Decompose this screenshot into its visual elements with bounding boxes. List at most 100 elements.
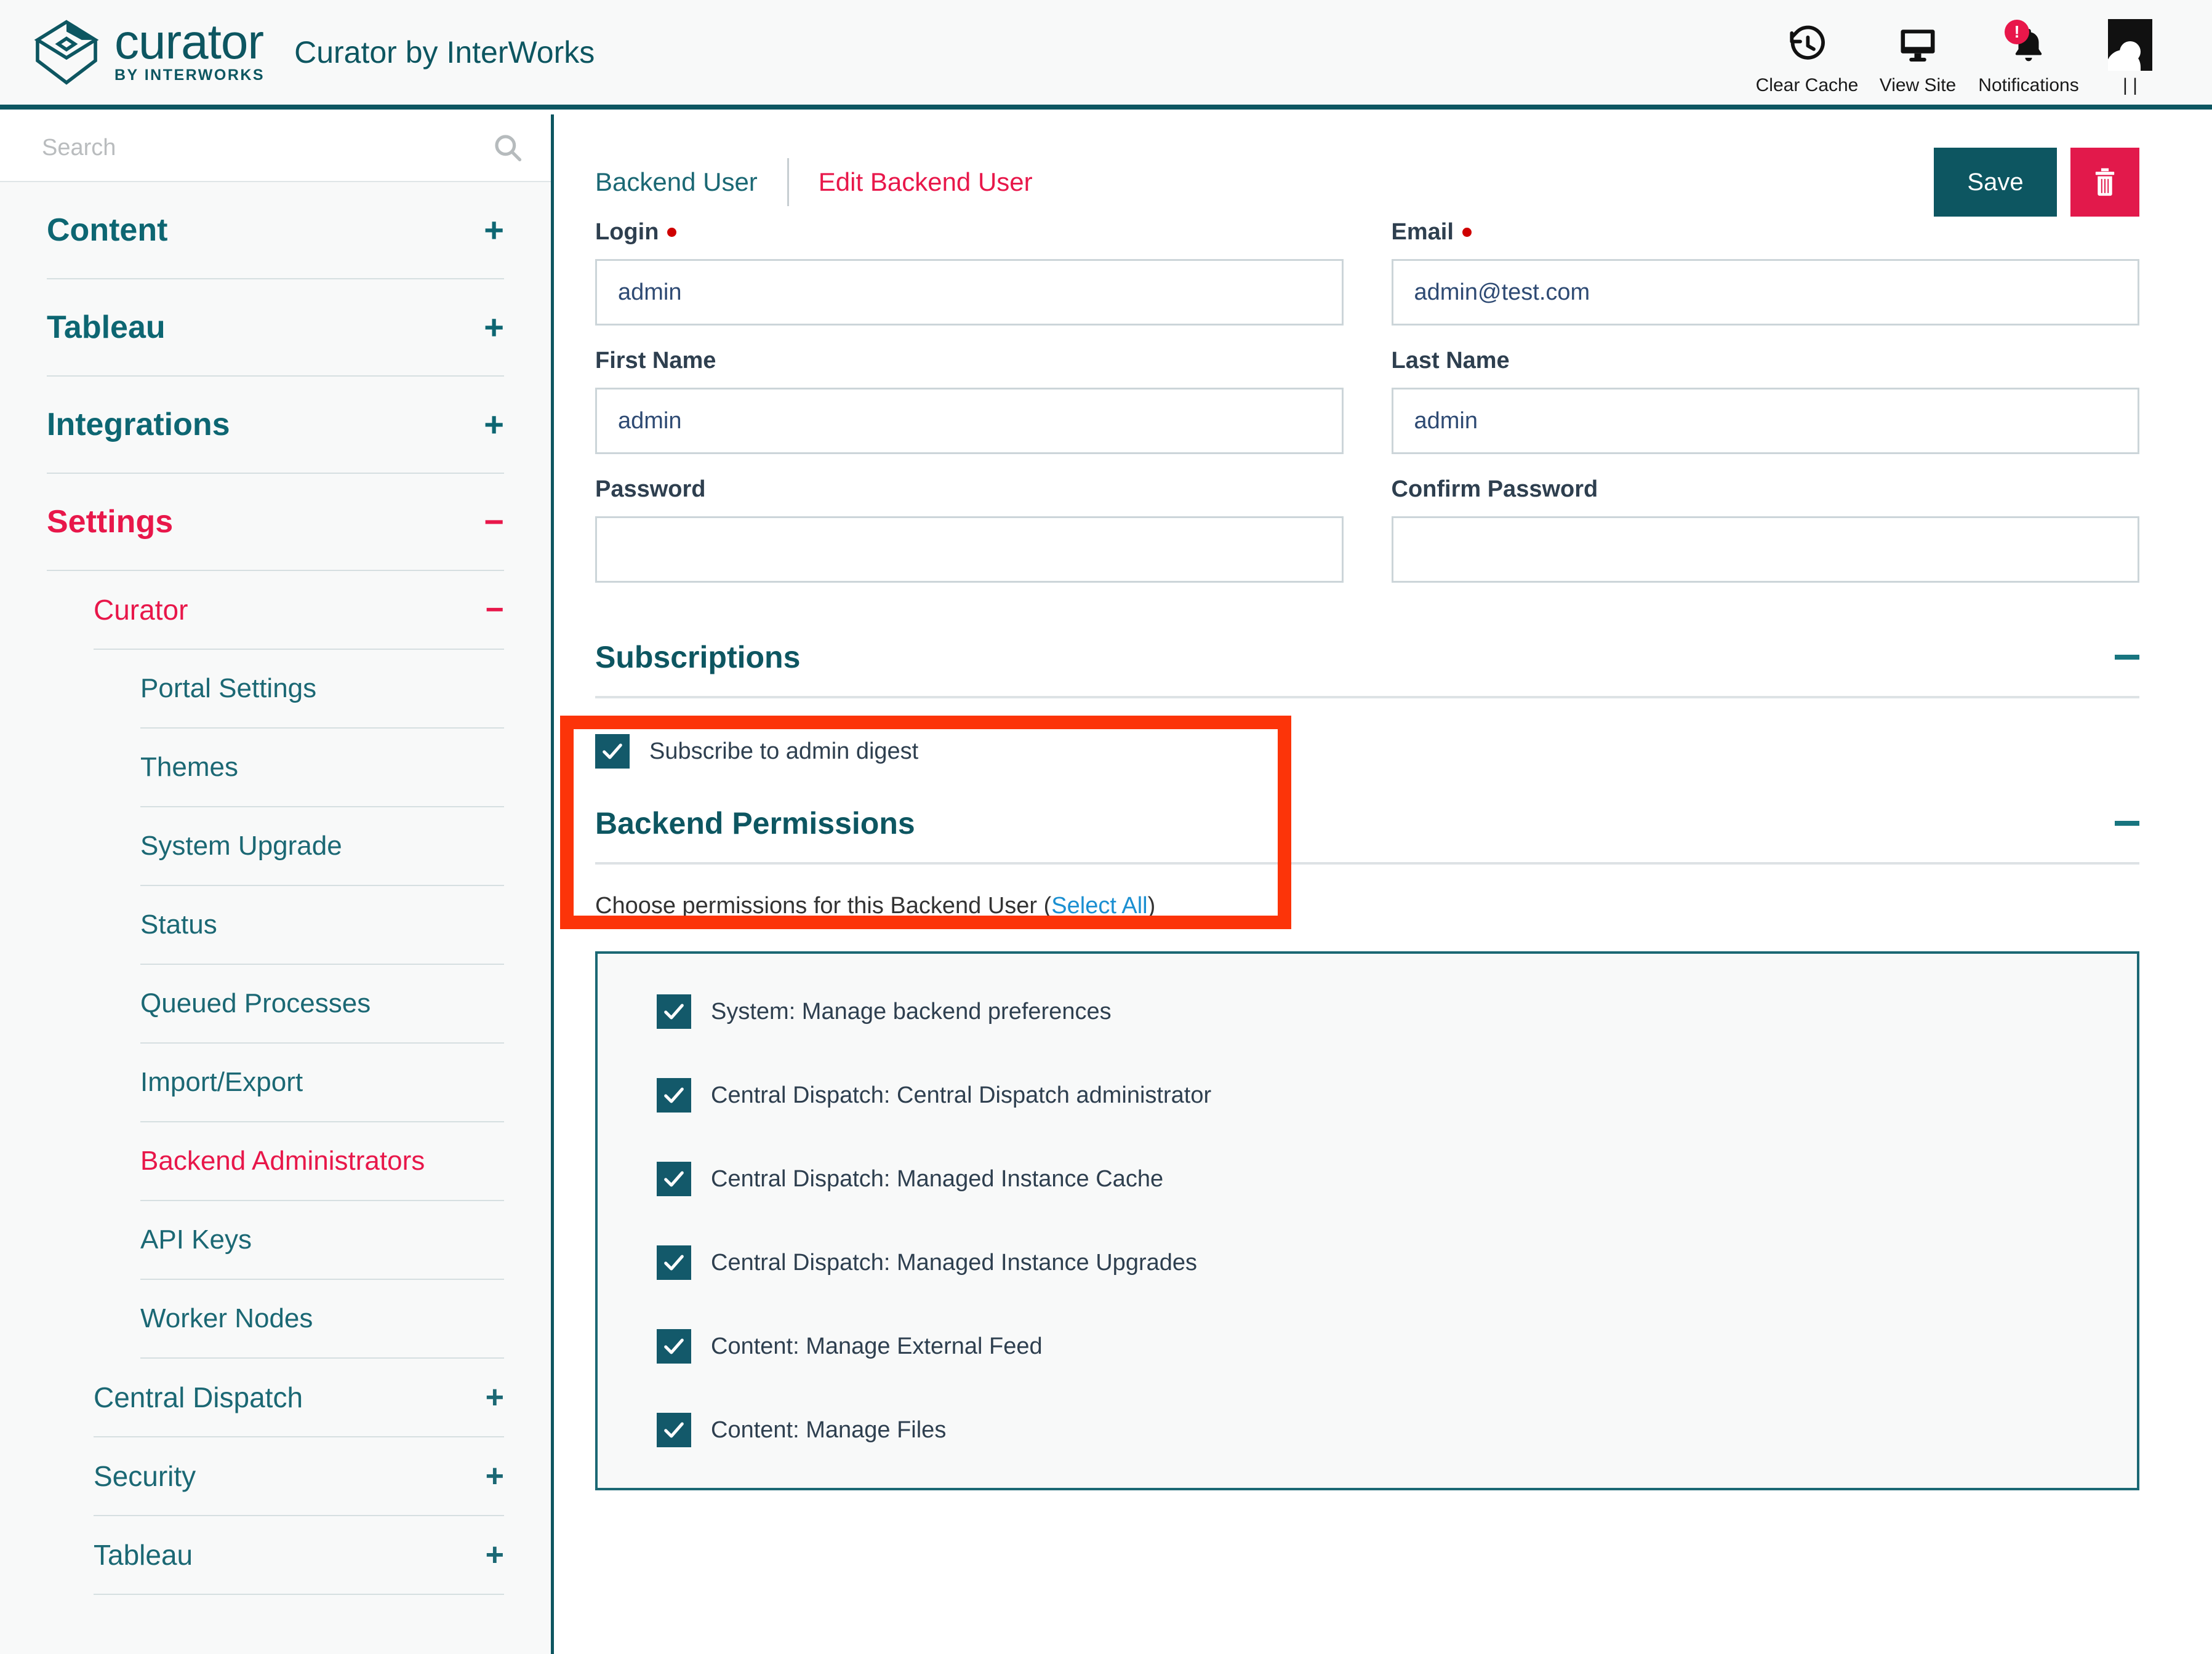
expand-plus-icon[interactable]: + <box>486 1381 504 1413</box>
form-row-names: First Name Last Name <box>595 348 2139 454</box>
permission-row[interactable]: Central Dispatch: Managed Instance Upgra… <box>657 1245 2137 1280</box>
search-icon[interactable] <box>492 132 524 164</box>
email-input[interactable] <box>1391 259 2139 326</box>
sidebar-item-import-export[interactable]: Import/Export <box>140 1044 504 1122</box>
collapse-minus-icon[interactable]: − <box>486 594 504 626</box>
sidebar-item-integrations[interactable]: Integrations + <box>47 377 504 474</box>
login-input[interactable] <box>595 259 1344 326</box>
breadcrumb-divider <box>787 158 789 206</box>
permission-row[interactable]: System: Manage backend preferences <box>657 994 2137 1029</box>
sidebar-item-worker-nodes[interactable]: Worker Nodes <box>140 1280 504 1359</box>
checkbox-checked-icon[interactable] <box>657 994 691 1029</box>
sidebar-item-status[interactable]: Status <box>140 886 504 965</box>
sidebar-item-label: Backend Administrators <box>140 1146 425 1176</box>
top-header-bar: curator BY INTERWORKS Curator by InterWo… <box>0 0 2212 110</box>
password-label: Password <box>595 476 706 502</box>
sidebar-search[interactable] <box>0 114 551 182</box>
sidebar-item-central-dispatch[interactable]: Central Dispatch + <box>94 1359 504 1437</box>
sidebar-item-label: Tableau <box>47 310 166 345</box>
required-dot-icon <box>667 228 677 237</box>
notifications-button[interactable]: ! Notifications <box>1973 9 2084 96</box>
select-all-link[interactable]: Select All <box>1051 893 1147 919</box>
expand-plus-icon[interactable]: + <box>484 213 504 247</box>
logo-wordmark-text: curator <box>114 14 264 70</box>
sidebar-item-settings-tableau[interactable]: Tableau + <box>94 1516 504 1595</box>
edit-backend-user-form: Login Email First Name Last Name <box>557 219 2212 1490</box>
view-site-icon <box>1896 23 1939 66</box>
expand-plus-icon[interactable]: + <box>486 1539 504 1571</box>
clear-cache-icon <box>1787 23 1827 66</box>
confirm-password-field-group: Confirm Password <box>1391 476 2139 583</box>
confirm-password-input[interactable] <box>1391 516 2139 583</box>
brand-logo[interactable]: curator BY INTERWORKS <box>0 14 265 87</box>
collapse-minus-icon[interactable]: − <box>484 505 504 539</box>
login-field-group: Login <box>595 219 1344 326</box>
delete-button[interactable] <box>2070 148 2139 217</box>
top-actions: Clear Cache View Site ! Notifications | … <box>1752 9 2212 96</box>
save-button[interactable]: Save <box>1934 148 2057 217</box>
breadcrumb-parent[interactable]: Backend User <box>595 167 758 197</box>
password-field-group: Password <box>595 476 1344 583</box>
clear-cache-label: Clear Cache <box>1755 75 1859 95</box>
clear-cache-button[interactable]: Clear Cache <box>1752 9 1862 96</box>
sidebar-item-label: Integrations <box>47 407 230 442</box>
sidebar-item-label: Curator <box>94 594 188 626</box>
sidebar-item-portal-settings[interactable]: Portal Settings <box>140 650 504 729</box>
sidebar-item-label: Queued Processes <box>140 988 371 1018</box>
subscribe-admin-digest-row[interactable]: Subscribe to admin digest <box>595 734 2139 769</box>
sidebar-item-label: Portal Settings <box>140 673 317 703</box>
view-site-label: View Site <box>1879 75 1957 95</box>
sidebar-item-themes[interactable]: Themes <box>140 729 504 807</box>
email-label-text: Email <box>1391 219 1454 245</box>
sidebar-item-system-upgrade[interactable]: System Upgrade <box>140 807 504 886</box>
checkbox-checked-icon[interactable] <box>657 1245 691 1280</box>
sidebar-item-content[interactable]: Content + <box>47 182 504 279</box>
checkbox-checked-icon[interactable] <box>657 1078 691 1113</box>
sidebar-item-security[interactable]: Security + <box>94 1437 504 1516</box>
permission-row[interactable]: Content: Manage External Feed <box>657 1329 2137 1364</box>
expand-plus-icon[interactable]: + <box>484 407 504 442</box>
sidebar-item-curator[interactable]: Curator − <box>94 571 504 650</box>
permissions-description: Choose permissions for this Backend User… <box>595 893 2139 919</box>
sidebar-item-tableau[interactable]: Tableau + <box>47 279 504 377</box>
permission-row[interactable]: Central Dispatch: Managed Instance Cache <box>657 1162 2137 1196</box>
password-input[interactable] <box>595 516 1344 583</box>
minus-icon[interactable] <box>2115 821 2139 826</box>
first-name-input[interactable] <box>595 388 1344 454</box>
expand-plus-icon[interactable]: + <box>486 1460 504 1492</box>
account-menu-button[interactable]: | | <box>2084 9 2176 96</box>
backend-permissions-title: Backend Permissions <box>595 806 915 841</box>
page-title: Curator by InterWorks <box>294 35 595 70</box>
view-site-button[interactable]: View Site <box>1862 9 1973 96</box>
minus-icon[interactable] <box>2115 655 2139 660</box>
last-name-input[interactable] <box>1391 388 2139 454</box>
subscriptions-header[interactable]: Subscriptions <box>595 639 2139 698</box>
permission-label: Content: Manage External Feed <box>711 1333 1043 1359</box>
subscriptions-section: Subscriptions Subscribe to admin digest <box>595 617 2139 805</box>
notifications-badge: ! <box>2005 20 2029 44</box>
checkbox-checked-icon[interactable] <box>657 1413 691 1447</box>
login-label-text: Login <box>595 219 659 245</box>
required-dot-icon <box>1462 228 1472 237</box>
sidebar-item-label: System Upgrade <box>140 831 342 861</box>
search-input[interactable] <box>42 134 492 161</box>
permission-row[interactable]: Central Dispatch: Central Dispatch admin… <box>657 1078 2137 1113</box>
backend-permissions-header[interactable]: Backend Permissions <box>595 805 2139 865</box>
sidebar-item-backend-administrators[interactable]: Backend Administrators <box>140 1122 504 1201</box>
sidebar-item-settings[interactable]: Settings − <box>47 474 504 571</box>
checkbox-checked-icon[interactable] <box>595 734 630 769</box>
permission-label: Central Dispatch: Managed Instance Upgra… <box>711 1249 1198 1276</box>
subscribe-admin-digest-label: Subscribe to admin digest <box>649 738 919 764</box>
sidebar-item-api-keys[interactable]: API Keys <box>140 1201 504 1280</box>
email-field-group: Email <box>1391 219 2139 326</box>
permission-row[interactable]: Content: Manage Files <box>657 1413 2137 1447</box>
permission-label: Central Dispatch: Managed Instance Cache <box>711 1165 1164 1192</box>
checkbox-checked-icon[interactable] <box>657 1329 691 1364</box>
checkbox-checked-icon[interactable] <box>657 1162 691 1196</box>
notifications-label: Notifications <box>1978 75 2079 95</box>
expand-plus-icon[interactable]: + <box>484 310 504 345</box>
notifications-bell-icon: ! <box>2005 20 2049 66</box>
sidebar-item-queued-processes[interactable]: Queued Processes <box>140 965 504 1044</box>
sidebar-item-label: Central Dispatch <box>94 1381 303 1413</box>
permissions-description-prefix: Choose permissions for this Backend User… <box>595 893 1052 919</box>
